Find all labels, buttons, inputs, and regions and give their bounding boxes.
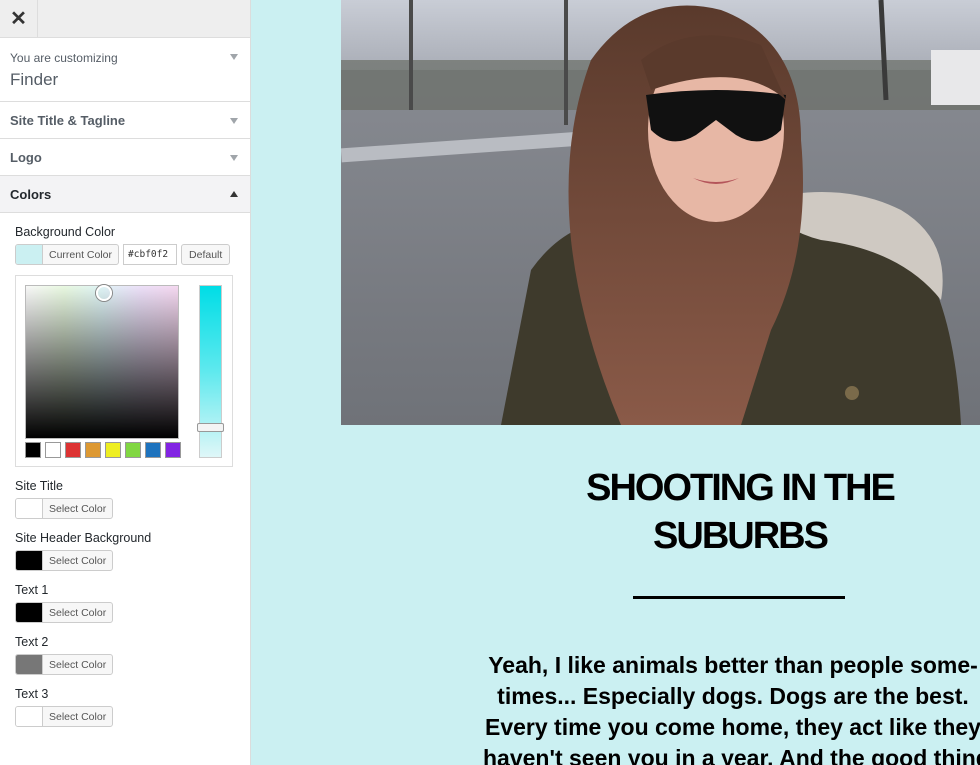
featured-photo-illustration bbox=[341, 0, 980, 425]
select-color-label: Select Color bbox=[49, 606, 107, 619]
excerpt-line: haven't seen you in a year. And the good… bbox=[483, 745, 980, 765]
default-button[interactable]: Default bbox=[181, 244, 231, 265]
palette-swatch-7[interactable] bbox=[165, 442, 181, 458]
color-swatch bbox=[16, 707, 43, 726]
site-preview: SHOOTING IN THE SUBURBS Yeah, I like ani… bbox=[251, 0, 980, 765]
section-label: Colors bbox=[10, 186, 52, 202]
chevron-down-icon bbox=[230, 118, 238, 124]
color-control: Site Title Select Color bbox=[15, 467, 235, 519]
post-title[interactable]: SHOOTING IN THE SUBURBS bbox=[501, 464, 979, 560]
color-control-label: Text 2 bbox=[15, 635, 49, 649]
palette-swatch-1[interactable] bbox=[45, 442, 61, 458]
close-icon[interactable]: ✕ bbox=[0, 0, 38, 37]
customizer-sidebar: ✕ You are customizing Finder Site Title … bbox=[0, 0, 251, 765]
color-controls-list: Site Title Select Color Site Header Back… bbox=[15, 467, 235, 727]
post-title-line: SUBURBS bbox=[653, 515, 829, 557]
select-color-button[interactable]: Select Color bbox=[15, 498, 114, 519]
saturation-handle[interactable] bbox=[96, 285, 112, 301]
palette-swatch-3[interactable] bbox=[85, 442, 101, 458]
customizer-topbar: ✕ bbox=[0, 0, 250, 38]
palette-swatch-6[interactable] bbox=[145, 442, 161, 458]
select-color-label: Select Color bbox=[49, 710, 107, 723]
section-label: Logo bbox=[10, 149, 42, 165]
background-color-control: Current Color #cbf0f2 Default bbox=[15, 244, 235, 265]
post-title-line: SHOOTING IN THE bbox=[586, 467, 896, 509]
section-logo[interactable]: Logo bbox=[0, 139, 250, 176]
color-picker bbox=[15, 275, 233, 467]
section-colors[interactable]: Colors bbox=[0, 176, 250, 213]
title-divider bbox=[633, 596, 845, 599]
select-color-label: Select Color bbox=[49, 658, 107, 671]
color-control: Site Header Background Select Color bbox=[15, 519, 235, 571]
chevron-down-icon bbox=[230, 155, 238, 161]
palette-swatch-0[interactable] bbox=[25, 442, 41, 458]
featured-image bbox=[341, 0, 980, 425]
palette-swatch-5[interactable] bbox=[125, 442, 141, 458]
excerpt-line: Every time you come home, they act like … bbox=[485, 714, 980, 740]
color-swatch bbox=[16, 655, 43, 674]
color-swatch bbox=[16, 551, 43, 570]
color-swatch bbox=[16, 499, 43, 518]
palette-swatch-4[interactable] bbox=[105, 442, 121, 458]
excerpt-line: times... Especially dogs. Dogs are the b… bbox=[497, 683, 969, 709]
chevron-up-icon bbox=[230, 191, 238, 197]
palette-swatch-2[interactable] bbox=[65, 442, 81, 458]
color-palette bbox=[25, 442, 181, 458]
chevron-down-icon[interactable] bbox=[230, 54, 238, 60]
hue-slider[interactable] bbox=[197, 285, 224, 458]
color-swatch bbox=[16, 245, 43, 264]
excerpt-line: Yeah, I like animals better than people … bbox=[488, 652, 978, 678]
color-control-label: Site Header Background bbox=[15, 531, 152, 545]
select-color-button[interactable]: Select Color bbox=[15, 602, 114, 623]
color-control-label: Text 3 bbox=[15, 687, 49, 701]
current-color-label: Current Color bbox=[49, 248, 113, 261]
select-color-button[interactable]: Select Color bbox=[15, 654, 114, 675]
colors-panel: Background Color Current Color #cbf0f2 De… bbox=[0, 213, 250, 765]
color-control: Text 3 Select Color bbox=[15, 675, 235, 727]
section-label: Site Title & Tagline bbox=[10, 112, 126, 128]
customizing-label: You are customizing bbox=[10, 51, 118, 65]
post-excerpt: Yeah, I like animals better than people … bbox=[483, 650, 980, 765]
hex-input[interactable]: #cbf0f2 bbox=[123, 244, 178, 265]
section-site-title-tagline[interactable]: Site Title & Tagline bbox=[0, 102, 250, 139]
current-color-button[interactable]: Current Color bbox=[15, 244, 120, 265]
color-control-label: Site Title bbox=[15, 479, 63, 493]
select-color-label: Select Color bbox=[49, 502, 107, 515]
color-control-label: Text 1 bbox=[15, 583, 49, 597]
select-color-button[interactable]: Select Color bbox=[15, 706, 114, 727]
theme-name: Finder bbox=[10, 70, 59, 89]
color-control: Text 2 Select Color bbox=[15, 623, 235, 675]
saturation-area[interactable] bbox=[25, 285, 179, 439]
select-color-label: Select Color bbox=[49, 554, 107, 567]
customizer-info: You are customizing Finder bbox=[0, 38, 250, 102]
select-color-button[interactable]: Select Color bbox=[15, 550, 114, 571]
color-control: Text 1 Select Color bbox=[15, 571, 235, 623]
color-swatch bbox=[16, 603, 43, 622]
hue-handle[interactable] bbox=[197, 423, 224, 432]
background-color-label: Background Color bbox=[15, 225, 116, 239]
